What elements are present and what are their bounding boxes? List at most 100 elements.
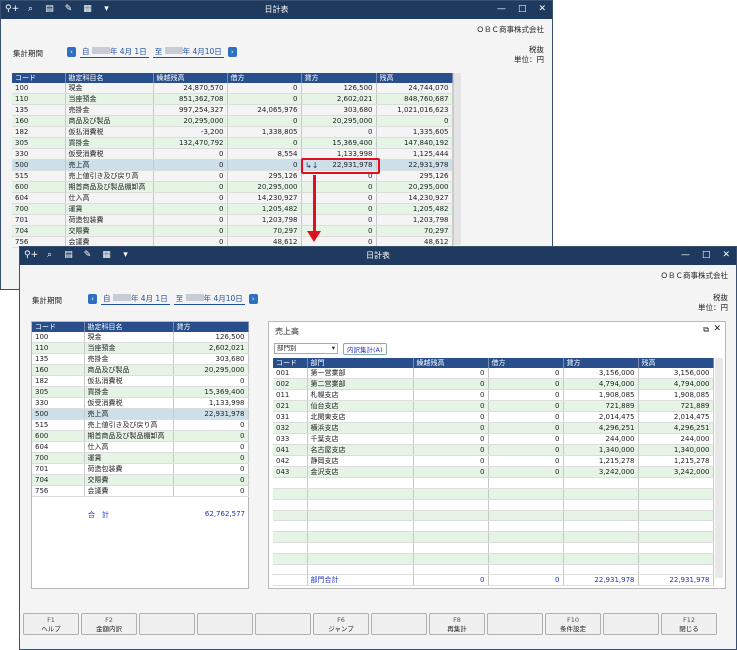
table-row[interactable]: 604 仕入高 0 14,230,927 0 14,230,927 <box>12 192 453 205</box>
function-key-button[interactable] <box>371 613 427 635</box>
column-header[interactable]: 残高 <box>638 358 714 368</box>
column-header[interactable]: 貸方 <box>301 73 377 83</box>
table-cell: 名古屋支店 <box>307 444 414 457</box>
empty-cell <box>307 531 414 544</box>
table-row[interactable]: 043 金沢支店 0 0 3,242,000 3,242,000 <box>273 466 714 479</box>
function-key-button[interactable] <box>139 613 195 635</box>
table-row[interactable]: 500 売上高 22,931,978 <box>32 408 249 421</box>
table-row[interactable]: 704 交際費 0 <box>32 474 249 487</box>
table-row[interactable]: 032 横浜支店 0 0 4,296,251 4,296,251 <box>273 422 714 435</box>
detail-scrollbar[interactable] <box>715 358 723 578</box>
table-row[interactable]: 110 当座預金 851,362,708 0 2,602,021 848,760,687 <box>12 93 453 106</box>
table-row[interactable]: 330 仮受消費税 1,133,998 <box>32 397 249 410</box>
table-row[interactable]: 001 第一営業部 0 0 3,156,000 3,156,000 <box>273 368 714 380</box>
table-row[interactable]: 704 交際費 0 70,297 0 70,297 <box>12 225 453 238</box>
back-scrollbar[interactable] <box>453 73 461 245</box>
dept-select[interactable]: 部門別 ▾ <box>274 343 338 354</box>
table-cell: 1,203,798 <box>227 214 302 227</box>
table-row[interactable]: 182 仮払消費税 -3,200 1,338,805 0 1,335,605 <box>12 126 453 139</box>
table-row[interactable]: 182 仮払消費税 0 <box>32 375 249 388</box>
column-header[interactable]: 勘定科目名 <box>65 73 154 83</box>
function-key-button[interactable]: F10 条件設定 <box>545 613 601 635</box>
table-row[interactable]: 160 商品及び製品 20,295,000 <box>32 364 249 377</box>
column-header[interactable]: 繰越残高 <box>413 358 489 368</box>
function-key-button[interactable]: F2 金額内訳 <box>81 613 137 635</box>
function-key-button[interactable]: F8 再集計 <box>429 613 485 635</box>
minimize-icon[interactable]: — <box>497 3 506 16</box>
table-row[interactable]: 701 荷造包装費 0 <box>32 463 249 476</box>
period-to[interactable]: 至 年 4月10日 <box>173 293 245 305</box>
table-row[interactable]: 700 運賃 0 1,205,482 0 1,205,482 <box>12 203 453 216</box>
function-key-button[interactable]: F6 ジャンプ <box>313 613 369 635</box>
close-icon[interactable]: ✕ <box>538 3 546 16</box>
table-row[interactable]: 701 荷造包装費 0 1,203,798 0 1,203,798 <box>12 214 453 227</box>
function-key-button[interactable] <box>487 613 543 635</box>
column-header[interactable]: 勘定科目名 <box>84 322 174 332</box>
table-cell: 126,500 <box>173 332 249 344</box>
column-header[interactable]: 残高 <box>376 73 453 83</box>
table-row[interactable]: 600 期首商品及び製品棚卸高 0 20,295,000 0 20,295,000 <box>12 181 453 194</box>
empty-cell <box>273 542 308 554</box>
table-row[interactable]: 002 第二営業部 0 0 4,794,000 4,794,000 <box>273 378 714 391</box>
next-period-button[interactable]: › <box>248 294 258 304</box>
table-row[interactable]: 600 期首商品及び製品棚卸高 0 <box>32 430 249 443</box>
next-period-button[interactable]: › <box>227 47 237 57</box>
table-row[interactable]: 100 現金 24,870,570 0 126,500 24,744,070 <box>12 83 453 95</box>
breakdown-button[interactable]: 内訳集計(A) <box>343 343 387 355</box>
period-from[interactable]: 自 年 4月 1日 <box>80 46 149 58</box>
table-cell: 160 <box>32 364 85 377</box>
function-key-button[interactable]: F1 ヘルプ <box>23 613 79 635</box>
table-row[interactable]: 330 仮受消費税 0 8,554 1,133,998 1,125,444 <box>12 148 453 161</box>
minimize-icon[interactable]: — <box>681 249 690 262</box>
table-row[interactable]: 110 当座預金 2,602,021 <box>32 342 249 355</box>
table-row[interactable]: 160 商品及び製品 20,295,000 0 20,295,000 0 <box>12 115 453 128</box>
column-header[interactable]: 借方 <box>227 73 302 83</box>
column-header[interactable]: コード <box>12 73 66 83</box>
function-key-button[interactable] <box>255 613 311 635</box>
table-row[interactable]: 515 売上値引き及び戻り高 0 <box>32 419 249 432</box>
table-row[interactable]: 033 千葉支店 0 0 244,000 244,000 <box>273 433 714 446</box>
table-row[interactable]: 135 売掛金 997,254,327 24,065,976 303,680 1,021,… <box>12 104 453 117</box>
restore-icon[interactable]: ⧉ <box>703 325 709 335</box>
column-header[interactable]: 部門 <box>307 358 414 368</box>
from-label: 自 <box>82 47 90 56</box>
table-cell: 0 <box>173 441 249 454</box>
drilldown-icon[interactable]: ↳↓ <box>305 161 318 170</box>
fkey-code: F6 <box>337 616 345 624</box>
function-key-button[interactable] <box>603 613 659 635</box>
empty-cell <box>413 531 489 544</box>
empty-cell <box>638 564 714 576</box>
table-row[interactable]: 305 買掛金 15,369,400 <box>32 386 249 399</box>
table-row[interactable]: 041 名古屋支店 0 0 1,340,000 1,340,000 <box>273 444 714 457</box>
table-row[interactable]: 604 仕入高 0 <box>32 441 249 454</box>
table-row[interactable]: 515 売上値引き及び戻り高 0 295,126 0 295,126 <box>12 170 453 183</box>
column-header[interactable]: 借方 <box>488 358 564 368</box>
column-header[interactable]: コード <box>273 358 308 368</box>
period-from[interactable]: 自 年 4月 1日 <box>101 293 170 305</box>
prev-period-button[interactable]: ‹ <box>67 47 76 57</box>
table-row[interactable]: 011 札幌支店 0 0 1,908,085 1,908,085 <box>273 389 714 402</box>
table-row[interactable]: 500 売上高 0 0 22,931,978 22,931,978 <box>12 159 453 172</box>
table-cell: 0 <box>488 444 564 457</box>
column-header[interactable]: 繰越残高 <box>153 73 228 83</box>
column-header[interactable]: コード <box>32 322 85 332</box>
table-row[interactable]: 756 会議費 0 <box>32 485 249 498</box>
function-key-button[interactable]: F12 閉じる <box>661 613 717 635</box>
table-row[interactable]: 100 現金 126,500 <box>32 332 249 344</box>
close-panel-icon[interactable]: ✕ <box>713 324 721 334</box>
close-icon[interactable]: ✕ <box>722 249 730 262</box>
table-row[interactable]: 700 運賃 0 <box>32 452 249 465</box>
table-row[interactable]: 042 静岡支店 0 0 1,215,278 1,215,278 <box>273 455 714 468</box>
prev-period-button[interactable]: ‹ <box>88 294 97 304</box>
period-to[interactable]: 至 年 4月10日 <box>152 46 224 58</box>
function-key-button[interactable] <box>197 613 253 635</box>
maximize-icon[interactable]: □ <box>702 249 711 262</box>
table-row[interactable]: 305 買掛金 132,470,792 0 15,369,400 147,840,192 <box>12 137 453 150</box>
table-cell: 仙台支店 <box>307 400 414 413</box>
column-header[interactable]: 貸方 <box>173 322 249 332</box>
maximize-icon[interactable]: □ <box>518 3 527 16</box>
table-row[interactable]: 021 仙台支店 0 0 721,889 721,889 <box>273 400 714 413</box>
table-row[interactable]: 031 北関東支店 0 0 2,014,475 2,014,475 <box>273 411 714 424</box>
column-header[interactable]: 貸方 <box>563 358 639 368</box>
table-row[interactable]: 135 売掛金 303,680 <box>32 353 249 366</box>
